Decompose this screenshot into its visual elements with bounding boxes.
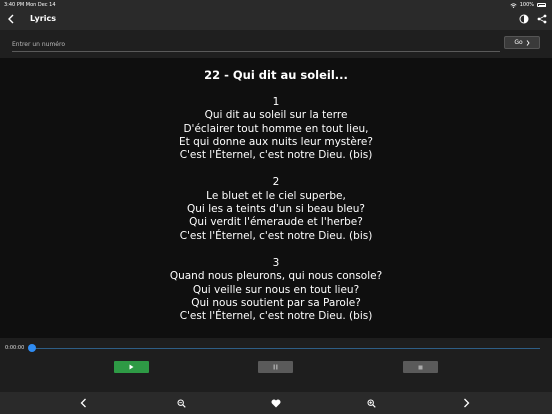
- app-bar: Lyrics: [0, 10, 552, 30]
- verse-number: 1: [272, 96, 280, 108]
- verse-line: C'est l'Éternel, c'est notre Dieu. (bis): [179, 310, 373, 323]
- song-title: 22 - Qui dit au soleil...: [204, 68, 348, 82]
- play-button[interactable]: [114, 361, 149, 373]
- share-icon[interactable]: [536, 13, 548, 25]
- theme-toggle-icon[interactable]: [518, 13, 530, 25]
- stop-button[interactable]: [403, 361, 438, 373]
- lyrics-panel: 22 - Qui dit au soleil... 1 Qui dit au s…: [0, 58, 552, 338]
- verse-line: Qui veille sur nous en tout lieu?: [192, 283, 360, 296]
- verse: 3 Quand nous pleurons, qui nous console?…: [0, 257, 552, 323]
- wifi-icon: [510, 2, 517, 8]
- pause-button[interactable]: [258, 361, 293, 373]
- go-button[interactable]: Go: [504, 36, 540, 49]
- page-title: Lyrics: [30, 14, 56, 23]
- search-row: [0, 30, 552, 58]
- zoom-in-icon[interactable]: [365, 397, 377, 409]
- verse-line: C'est l'Éternel, c'est notre Dieu. (bis): [179, 149, 373, 162]
- pause-icon: [273, 364, 278, 370]
- back-chevron-icon[interactable]: [4, 12, 18, 28]
- verse-line: D'éclairer tout homme en tout lieu,: [183, 122, 369, 135]
- elapsed-time: 0:00:00: [5, 345, 25, 351]
- chevron-right-icon: [526, 39, 530, 46]
- bottom-toolbar: [0, 392, 552, 414]
- battery-percent: 100%: [519, 2, 534, 8]
- verse-line: Quand nous pleurons, qui nous console?: [169, 270, 383, 283]
- hymn-number-input[interactable]: [12, 37, 500, 52]
- status-indicators: 100%: [510, 2, 546, 8]
- verse-line: Qui dit au soleil sur la terre: [204, 109, 348, 122]
- verse-number: 3: [272, 256, 280, 269]
- verse-line: Qui verdit l'émeraude et l'herbe?: [189, 216, 363, 229]
- audio-player: 0:00:00: [0, 338, 552, 392]
- verse-line: Qui nous soutient par sa Parole?: [191, 296, 361, 309]
- status-bar: 3:40 PM Mon Dec 14 100%: [0, 0, 552, 10]
- verse-line: C'est l'Éternel, c'est notre Dieu. (bis): [179, 229, 373, 242]
- verse-line: Le bluet et le ciel superbe,: [206, 189, 346, 202]
- seek-handle[interactable]: [28, 344, 36, 352]
- verse: 2 Le bluet et le ciel superbe, Qui les a…: [0, 176, 552, 242]
- favorite-heart-icon[interactable]: [270, 397, 282, 409]
- next-icon[interactable]: [460, 397, 472, 409]
- zoom-out-icon[interactable]: [175, 397, 187, 409]
- play-icon: [129, 364, 134, 370]
- status-time: 3:40 PM Mon Dec 14: [4, 2, 56, 8]
- stop-icon: [418, 365, 423, 369]
- seek-track[interactable]: [32, 347, 540, 349]
- battery-icon: [537, 3, 546, 7]
- previous-icon[interactable]: [77, 397, 89, 409]
- verse-number: 2: [272, 176, 280, 189]
- verse-line: Qui les a teints d'un si beau bleu?: [187, 203, 365, 216]
- go-label: Go: [514, 39, 523, 46]
- verse: 1 Qui dit au soleil sur la terre D'éclai…: [0, 96, 552, 162]
- verse-line: Et qui donne aux nuits leur mystère?: [179, 135, 373, 148]
